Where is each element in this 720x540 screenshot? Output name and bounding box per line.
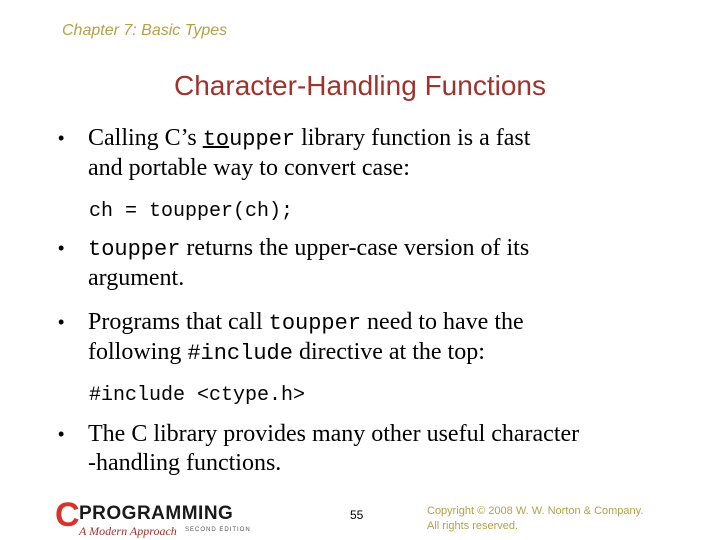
text-run: returns the upper-case version of its: [180, 235, 530, 261]
bullet-icon: •: [58, 238, 65, 258]
bullet-item: • Calling C’s toupper library function i…: [58, 124, 678, 183]
code-selected[interactable]: to: [203, 127, 229, 152]
code-inline: #include: [187, 341, 293, 366]
bullet-text: Calling C’s toupper library function is …: [88, 124, 678, 183]
code-inline: upper: [229, 127, 296, 152]
slide-title: Character-Handling Functions: [174, 70, 546, 101]
chapter-label: Chapter 7: Basic Types: [62, 22, 228, 39]
text-run: need to have the: [361, 309, 524, 335]
book-logo: C PROGRAMMING A Modern Approach SECOND E…: [55, 498, 265, 540]
bullet-icon: •: [58, 312, 65, 332]
bullet-text: The C library provides many other useful…: [88, 420, 678, 478]
code-inline: toupper: [268, 311, 362, 336]
text-run: and portable way to convert case:: [88, 155, 410, 181]
bullet-item: • The C library provides many other usef…: [58, 420, 678, 478]
text-run: The C library provides many other useful…: [88, 421, 580, 447]
copyright-line: All rights reserved.: [427, 520, 519, 532]
bullet-item: • toupper returns the upper-case version…: [58, 234, 678, 293]
logo-title: PROGRAMMING: [79, 503, 234, 524]
code-inline: toupper: [88, 237, 181, 262]
text-run: Calling C’s: [88, 125, 203, 151]
text-run: argument.: [88, 265, 185, 291]
text-run: -handling functions.: [88, 450, 282, 476]
bullet-item: • Programs that call toupper need to hav…: [58, 308, 678, 368]
logo-edition: SECOND EDITION: [185, 527, 251, 533]
bullet-text: toupper returns the upper-case version o…: [88, 234, 678, 293]
bullet-icon: •: [58, 424, 65, 444]
text-run: library function is a fast: [295, 125, 531, 151]
bullet-icon: •: [58, 128, 65, 148]
logo-subtitle: A Modern Approach: [79, 524, 177, 538]
copyright-notice: Copyright © 2008 W. W. Norton & Company.…: [427, 504, 643, 534]
copyright-line: Copyright © 2008 W. W. Norton & Company.: [427, 505, 644, 517]
text-run: directive at the top:: [292, 339, 485, 365]
slide: Chapter 7: Basic Types Character-Handlin…: [0, 0, 720, 540]
code-example-include: #include <ctype.h>: [89, 384, 306, 407]
page-number: 55: [350, 508, 364, 522]
text-run: Programs that call: [88, 309, 269, 335]
text-run: following: [88, 339, 188, 365]
code-example-toupper: ch = toupper(ch);: [89, 200, 294, 223]
logo-c-mark: C: [55, 496, 80, 534]
bullet-text: Programs that call toupper need to have …: [88, 308, 678, 368]
